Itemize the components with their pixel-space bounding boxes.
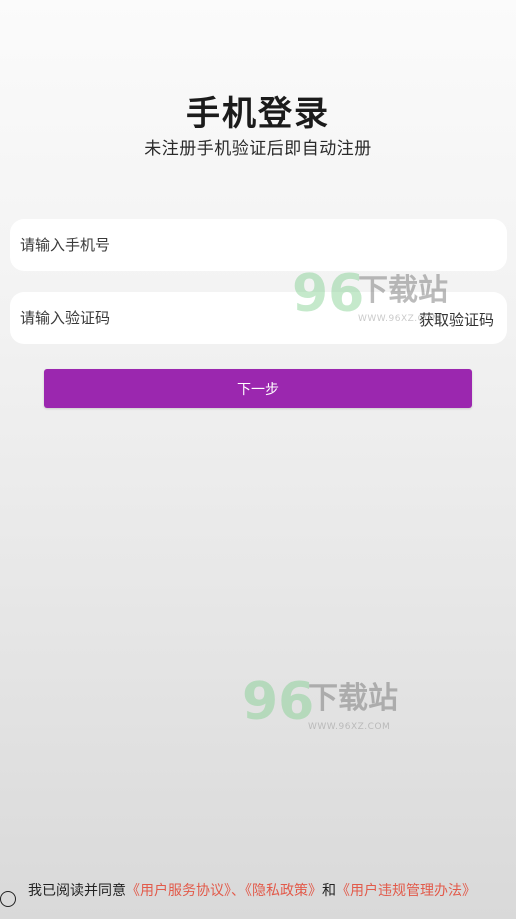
agreement-radio[interactable]	[0, 891, 16, 907]
agreement-separator: 、	[231, 883, 245, 899]
service-agreement-link[interactable]: 《用户服务协议》	[126, 883, 231, 899]
watermark-url: WWW.96XZ.COM	[308, 722, 391, 732]
code-field[interactable]: 获取验证码	[10, 291, 507, 345]
verification-code-input[interactable]	[10, 291, 402, 345]
next-button[interactable]: 下一步	[44, 369, 472, 408]
agreement-text: 我已阅读并同意《用户服务协议》、《隐私政策》和《用户违规管理办法》	[28, 880, 516, 902]
phone-field[interactable]	[10, 218, 507, 272]
watermark-logo: 96 下载站 WWW.96XZ.COM	[242, 676, 416, 742]
page-subtitle: 未注册手机验证后即自动注册	[144, 139, 372, 159]
violation-rules-link[interactable]: 《用户违规管理办法》	[336, 883, 476, 899]
privacy-policy-link[interactable]: 《隐私政策》	[245, 883, 322, 899]
get-code-button[interactable]: 获取验证码	[419, 309, 494, 330]
agreement-conjunction: 和	[322, 883, 336, 899]
agreement-prefix: 我已阅读并同意	[28, 883, 126, 899]
page-title: 手机登录	[186, 94, 330, 134]
watermark-number: 96	[242, 672, 315, 732]
phone-input[interactable]	[10, 218, 507, 272]
watermark-text: 下载站	[308, 681, 398, 716]
